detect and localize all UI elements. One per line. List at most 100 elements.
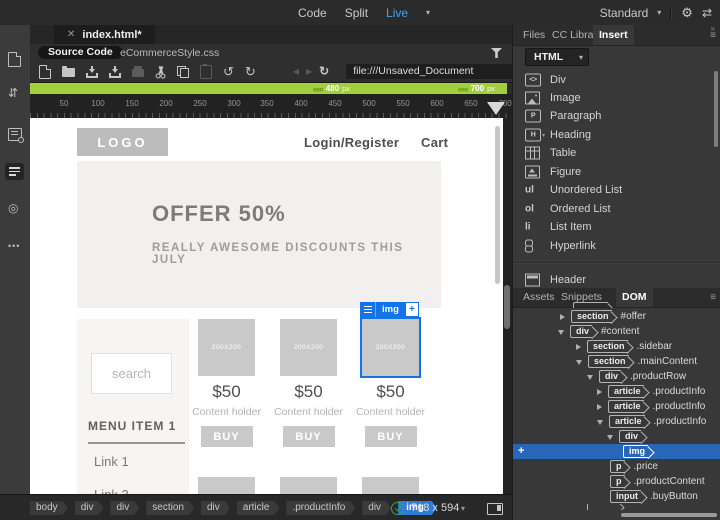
- media-query-700[interactable]: ‹‹‹‹‹ 700 px: [458, 84, 495, 94]
- media-query-480[interactable]: ‹‹‹‹‹ 480 px: [313, 84, 350, 94]
- dom-row-article-productinfo[interactable]: article .productInfo: [513, 399, 720, 414]
- dom-tag[interactable]: section: [588, 355, 629, 368]
- live-view-dropdown-icon[interactable]: ▾: [426, 8, 430, 17]
- insert-target-icon[interactable]: ◎: [8, 201, 18, 215]
- new-file-icon[interactable]: [39, 64, 51, 79]
- insert-item-heading[interactable]: H ▾ Heading: [513, 126, 720, 144]
- dom-row-input-buybutton[interactable]: input .buyButton: [513, 489, 720, 504]
- dom-row-p-price[interactable]: p .price: [513, 459, 720, 474]
- dom-row-section-maincontent[interactable]: section .mainContent: [513, 354, 720, 369]
- cart-link[interactable]: Cart: [421, 135, 448, 150]
- code-view-button[interactable]: Code: [298, 6, 327, 20]
- dom-tag[interactable]: p: [610, 460, 625, 473]
- buy-button[interactable]: BUY: [200, 426, 253, 447]
- dom-row-section-offer[interactable]: section #offer: [513, 309, 720, 324]
- selected-element-tag[interactable]: img: [376, 302, 405, 317]
- dom-tag[interactable]: section: [587, 340, 628, 353]
- redo-icon[interactable]: ↻: [245, 65, 256, 78]
- copy-icon[interactable]: [177, 65, 189, 78]
- expand-icon[interactable]: [576, 343, 581, 350]
- dom-tag[interactable]: article: [608, 400, 644, 413]
- dom-panel-icon[interactable]: [5, 163, 24, 180]
- panel-splitter-grip[interactable]: [504, 285, 510, 329]
- open-file-icon[interactable]: [62, 66, 75, 77]
- tag-crumb[interactable]: section: [146, 501, 194, 515]
- cut-icon[interactable]: [155, 65, 166, 78]
- source-code-button[interactable]: Source Code: [38, 46, 123, 59]
- search-input[interactable]: search: [91, 353, 172, 394]
- media-query-green-bar[interactable]: ‹‹‹‹‹ 480 px ‹‹‹‹‹ 700 px: [30, 83, 507, 94]
- tag-crumb[interactable]: div: [75, 501, 104, 515]
- dom-tag[interactable]: article: [608, 385, 644, 398]
- buy-button[interactable]: BUY: [282, 426, 335, 447]
- filter-funnel-icon[interactable]: [491, 48, 502, 58]
- tab-insert[interactable]: Insert: [593, 25, 634, 45]
- design-view-vertical-scrollbar[interactable]: [495, 126, 500, 284]
- collapse-icon[interactable]: [607, 435, 613, 440]
- collapse-icon[interactable]: [597, 420, 603, 425]
- related-css-file[interactable]: eCommerceStyle.css: [120, 47, 219, 59]
- sync-settings-icon[interactable]: ⇄: [702, 6, 712, 20]
- validation-check-icon[interactable]: [391, 502, 404, 515]
- menu-link-2[interactable]: Link 2: [94, 487, 129, 494]
- collapse-icon[interactable]: [587, 375, 593, 380]
- dom-row-article-productinfo[interactable]: article .productInfo: [513, 414, 720, 429]
- dom-tag[interactable]: img: [623, 445, 649, 458]
- files-panel-icon[interactable]: [8, 52, 21, 67]
- dom-tag[interactable]: input: [610, 490, 641, 503]
- expand-icon[interactable]: [597, 403, 602, 410]
- add-element-button[interactable]: +: [404, 302, 419, 317]
- more-tools-icon[interactable]: •••: [8, 241, 20, 251]
- tag-crumb[interactable]: div: [362, 501, 391, 515]
- viewport-size-dropdown-icon[interactable]: ▾: [461, 504, 465, 513]
- tag-crumb[interactable]: div: [201, 501, 230, 515]
- login-register-link[interactable]: Login/Register: [304, 135, 399, 150]
- insert-item-image[interactable]: Image: [513, 89, 720, 107]
- page-logo[interactable]: LOGO: [77, 128, 168, 156]
- save-icon[interactable]: [86, 65, 98, 78]
- dom-tag[interactable]: div: [570, 325, 593, 338]
- buy-button[interactable]: BUY: [364, 426, 417, 447]
- dom-tag[interactable]: article: [609, 415, 645, 428]
- dom-tag[interactable]: div: [599, 370, 622, 383]
- dom-row-article-productinfo[interactable]: article .productInfo: [513, 384, 720, 399]
- document-tab[interactable]: ✕ index.html*: [54, 25, 155, 44]
- tag-crumb[interactable]: .productInfo: [286, 501, 355, 515]
- dom-row-section-sidebar[interactable]: section .sidebar: [513, 339, 720, 354]
- dom-row-img-selected[interactable]: + img: [513, 444, 720, 459]
- dom-row-div-content[interactable]: div #content: [513, 324, 720, 339]
- dom-tag[interactable]: section: [571, 310, 612, 323]
- tag-crumb[interactable]: article: [237, 501, 280, 515]
- document-url-field[interactable]: file:///Unsaved_Document: [346, 64, 519, 79]
- insert-item-unordered-list[interactable]: ul Unordered List: [513, 181, 720, 199]
- dom-row-div-productrow[interactable]: div .productRow: [513, 369, 720, 384]
- device-preview-icon[interactable]: [487, 503, 503, 515]
- insert-item-header[interactable]: Header: [513, 271, 720, 289]
- dom-tag[interactable]: p: [610, 475, 625, 488]
- insert-item-figure[interactable]: Figure: [513, 163, 720, 181]
- product-image-placeholder[interactable]: 200X200: [280, 319, 337, 376]
- sort-arrows-icon[interactable]: ⇵: [8, 87, 18, 99]
- dom-row-div[interactable]: div: [513, 429, 720, 444]
- live-view-button[interactable]: Live: [386, 6, 408, 20]
- collapse-icon[interactable]: [558, 330, 564, 335]
- element-quick-menu-icon[interactable]: [360, 302, 376, 317]
- preferences-gear-icon[interactable]: ⚙: [681, 5, 693, 21]
- dom-tag[interactable]: div: [619, 430, 642, 443]
- tag-crumb[interactable]: div: [110, 501, 139, 515]
- workspace-dropdown-icon[interactable]: ▾: [657, 8, 661, 17]
- insert-category-dropdown[interactable]: HTML ▾: [525, 48, 589, 66]
- insert-item-list-item[interactable]: li List Item: [513, 218, 720, 236]
- dom-panel-horizontal-scrollbar[interactable]: [621, 513, 717, 517]
- workspace-switcher[interactable]: Standard: [600, 6, 649, 20]
- heading-dropdown-icon[interactable]: ▾: [542, 132, 545, 139]
- tag-crumb[interactable]: body: [30, 501, 68, 515]
- expand-icon[interactable]: [560, 313, 565, 320]
- collapse-icon[interactable]: [576, 360, 582, 365]
- close-tab-icon[interactable]: ✕: [67, 29, 75, 40]
- insert-item-paragraph[interactable]: P Paragraph: [513, 107, 720, 125]
- live-design-view[interactable]: LOGO Login/Register Cart OFFER 50% REALL…: [30, 118, 503, 494]
- dom-add-element-icon[interactable]: +: [518, 444, 524, 459]
- dom-row-p-productcontent[interactable]: p .productContent: [513, 474, 720, 489]
- insert-item-table[interactable]: Table: [513, 144, 720, 162]
